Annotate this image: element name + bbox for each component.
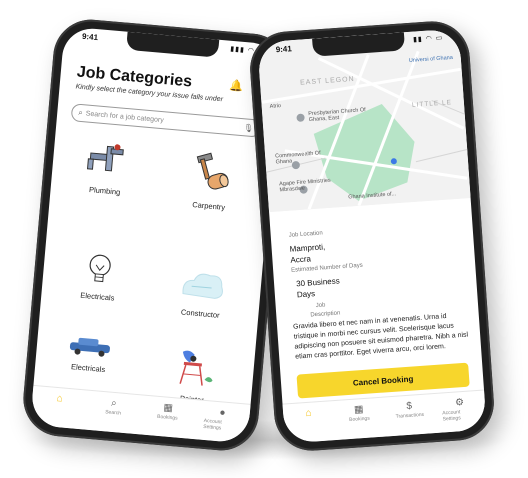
days-line: Days (296, 289, 316, 300)
category-constructor[interactable]: Constructor (156, 264, 248, 322)
tab-home[interactable]: ⌂ (290, 407, 327, 421)
search-input[interactable]: ⌕ Search for a job category 🎙 (70, 103, 262, 138)
map-label-atrio: Atrio (269, 103, 282, 110)
tab-account-settings[interactable]: ● Account Settings (203, 406, 241, 433)
category-electricals[interactable]: Electricals (59, 249, 139, 304)
category-carpentry[interactable]: Carpentry (167, 148, 254, 214)
bottom-tab-bar: ⌂ ▦ Bookings $ Transactions ⚙ Account Se… (282, 389, 487, 444)
microphone-icon[interactable]: 🎙 (243, 123, 254, 133)
tab-bookings[interactable]: ▦ Bookings (149, 401, 186, 422)
dollar-icon: $ (406, 400, 413, 412)
status-time: 9:41 (275, 44, 293, 55)
user-icon: ● (218, 407, 226, 419)
carpentry-icon (196, 152, 229, 190)
tab-search[interactable]: ⌕ Search (95, 396, 132, 417)
tab-label: Account Settings (442, 409, 461, 423)
tab-label: Bookings (156, 413, 178, 422)
home-icon: ⌂ (305, 407, 312, 420)
tab-label: Transactions (395, 411, 425, 420)
category-label: Plumbing (88, 185, 121, 197)
tab-label: Bookings (349, 415, 370, 424)
constructor-icon (182, 273, 223, 299)
description-text: Gravida libero et nec nam in at venenati… (292, 313, 469, 361)
lightbulb-icon (89, 254, 111, 283)
tab-transactions[interactable]: $ Transactions (391, 400, 428, 420)
plumbing-icon (86, 144, 124, 172)
home-icon: ⌂ (56, 392, 64, 405)
category-label: Electricals (79, 290, 115, 303)
days-value: 30 Business Days (296, 275, 341, 300)
search-icon: ⌕ (110, 397, 118, 410)
category-electricals-2[interactable]: Electricals (49, 332, 130, 376)
tab-home[interactable]: ⌂ (41, 392, 78, 407)
map-view[interactable]: EAST LEGON Universi of Ghana Atrio Presb… (257, 28, 471, 213)
job-location-value: Mamproti, Accra (289, 241, 326, 265)
status-time: 9:41 (81, 31, 99, 43)
search-placeholder: Search for a job category (85, 109, 165, 124)
job-categories-screen: 9:41 ▮▮▮ ◠ ▭ Job Categories Kindly selec… (29, 26, 283, 444)
job-label: Job (315, 302, 326, 310)
calendar-icon: ▦ (163, 402, 174, 415)
description-label: Description (310, 310, 341, 319)
category-label: Electricals (70, 362, 106, 375)
booking-details-screen: 9:41 ▮▮ ◠ ▭ EAST LEGON Universi of Ghana… (257, 28, 487, 444)
calendar-icon: ▦ (353, 404, 364, 416)
tab-label: Search (104, 409, 122, 417)
tab-bookings[interactable]: ▦ Bookings (341, 403, 378, 423)
category-plumbing[interactable]: Plumbing (64, 137, 148, 199)
car-icon (69, 337, 110, 357)
painter-icon (179, 350, 213, 386)
notch (126, 31, 220, 58)
bell-icon[interactable]: 🔔 (229, 80, 244, 93)
gear-icon: ⚙ (454, 396, 465, 409)
category-label: Constructor (180, 307, 221, 320)
phone-right: 9:41 ▮▮ ◠ ▭ EAST LEGON Universi of Ghana… (247, 18, 497, 454)
job-location-line: Accra (290, 254, 312, 265)
category-label: Carpentry (191, 200, 226, 212)
tab-account-settings[interactable]: ⚙ Account Settings (441, 396, 479, 423)
tab-label: Account Settings (202, 417, 223, 432)
search-icon: ⌕ (78, 107, 84, 118)
job-location-label: Job Location (288, 230, 323, 239)
